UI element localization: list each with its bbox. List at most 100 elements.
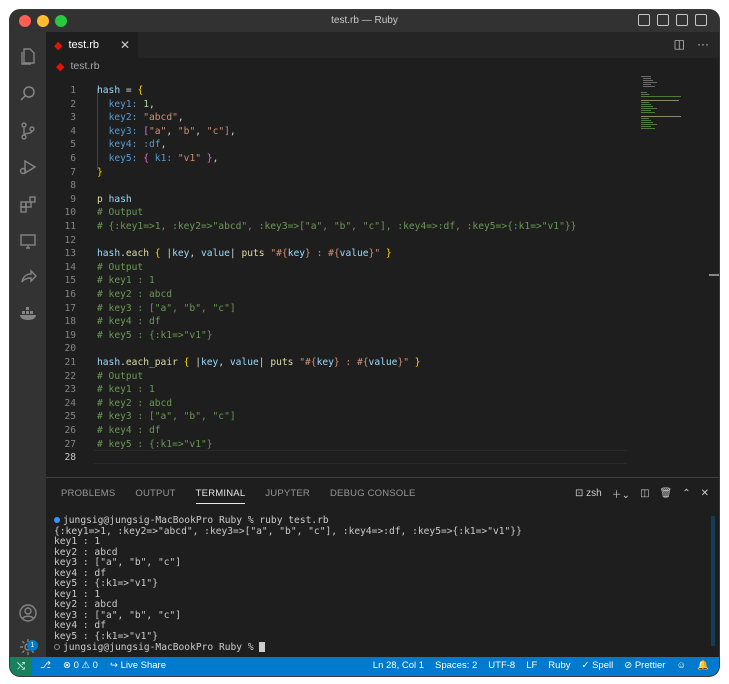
line-number: 26 <box>64 425 76 436</box>
account-icon[interactable] <box>18 603 38 623</box>
spell-status[interactable]: ✓ Spell <box>581 660 613 671</box>
warning-count: 0 <box>92 660 98 671</box>
line-number: 3 <box>70 112 76 124</box>
line-number: 12 <box>64 234 76 246</box>
line-number: 8 <box>70 180 76 192</box>
line-text: hash = { <box>97 85 144 96</box>
line-text: hash.each_pair { |key, value| puts "#{ke… <box>97 357 421 368</box>
tab-label: test.rb <box>68 39 100 51</box>
source-control-icon[interactable] <box>18 121 38 141</box>
error-count: 0 <box>73 660 79 671</box>
search-icon[interactable] <box>18 84 38 104</box>
spell-label: Spell <box>592 660 614 671</box>
maximize-panel-icon[interactable]: ⌃ <box>682 488 690 499</box>
cursor-position[interactable]: Ln 28, Col 1 <box>373 660 424 671</box>
terminal-cursor <box>259 642 266 652</box>
line-text: # {:key1=>1, :key2=>"abcd", :key3=>["a",… <box>97 221 577 232</box>
customize-layout-icon[interactable] <box>695 14 707 26</box>
end-of-line[interactable]: LF <box>526 660 537 671</box>
line-text: # key1 : 1 <box>97 384 155 396</box>
command-success-icon[interactable] <box>54 517 60 523</box>
terminal-line: key5 : {:k1=>"v1"} <box>54 630 158 642</box>
command-pending-icon[interactable] <box>54 644 60 650</box>
run-debug-icon[interactable] <box>18 157 38 177</box>
line-number: 21 <box>64 357 76 368</box>
line-text: # key2 : abcd <box>97 289 173 300</box>
vscode-window: test.rb — Ruby 1 ◆ test.rb ✕ ◫ ··· ◆ tes… <box>10 10 719 676</box>
tab-problems[interactable]: PROBLEMS <box>61 488 115 504</box>
toggle-secondary-sidebar-icon[interactable] <box>676 14 688 26</box>
terminal-output[interactable]: jungsig@jungsig-MacBookPro Ruby % ruby t… <box>54 515 522 653</box>
explorer-icon[interactable] <box>18 46 38 66</box>
notifications-icon[interactable]: 🔔 <box>697 660 709 671</box>
bottom-panel: PROBLEMS OUTPUT TERMINAL JUPYTER DEBUG C… <box>46 477 719 657</box>
remote-explorer-icon[interactable] <box>18 231 38 251</box>
breadcrumb-file[interactable]: test.rb <box>70 60 99 72</box>
terminal-line: key1 : 1 <box>54 536 101 547</box>
line-number: 28 <box>64 452 76 464</box>
line-text: # key5 : {:k1=>"v1"} <box>97 329 213 341</box>
minimap[interactable] <box>639 74 719 154</box>
line-number: 18 <box>64 316 76 328</box>
encoding[interactable]: UTF-8 <box>488 660 515 671</box>
feedback-icon[interactable]: ☺ <box>676 660 686 671</box>
tab-output[interactable]: OUTPUT <box>135 488 175 504</box>
settings-update-badge: 1 <box>27 640 38 651</box>
tab-test-rb[interactable]: ◆ test.rb ✕ <box>46 32 138 58</box>
tab-terminal[interactable]: TERMINAL <box>195 488 246 504</box>
breadcrumb: ◆ test.rb <box>46 58 100 74</box>
code-editor[interactable]: 1 hash = {2 key1: 1, 3 key2: "abcd", 4 key3… <box>46 74 719 477</box>
live-share-icon[interactable] <box>18 267 38 287</box>
line-text: key4: :df, <box>108 139 167 151</box>
line-number: 11 <box>64 221 76 232</box>
terminal-shell-selector[interactable]: ⊡ zsh <box>575 488 602 499</box>
kill-terminal-icon[interactable]: 🗑 <box>660 488 673 499</box>
title-bar: test.rb — Ruby <box>10 10 719 32</box>
line-text: # key1 : 1 <box>97 275 155 287</box>
terminal-scrollbar[interactable] <box>711 516 715 646</box>
terminal-line: key3 : ["a", "b", "c"] <box>54 557 182 568</box>
line-text: # key3 : ["a", "b", "c"] <box>97 302 236 314</box>
split-terminal-icon[interactable]: ◫ <box>640 488 649 499</box>
more-actions-icon[interactable]: ··· <box>697 37 709 51</box>
close-panel-icon[interactable]: ✕ <box>701 488 709 499</box>
line-number: 16 <box>64 289 76 300</box>
terminal-line: key1 : 1 <box>54 588 101 600</box>
shell-label: zsh <box>586 488 602 499</box>
terminal-line: jungsig@jungsig-MacBookPro Ruby % <box>54 642 522 653</box>
panel-actions: ⊡ zsh ＋⌄ ◫ 🗑 ⌃ ✕ <box>575 486 709 501</box>
split-editor-icon[interactable]: ◫ <box>674 37 685 51</box>
tab-jupyter[interactable]: JUPYTER <box>265 488 310 504</box>
line-number: 20 <box>64 343 76 355</box>
terminal-icon: ⊡ <box>574 488 587 499</box>
line-number: 6 <box>70 153 76 164</box>
live-share-status[interactable]: ↪ Live Share <box>110 660 166 671</box>
toggle-panel-icon[interactable] <box>657 14 669 26</box>
branch-icon[interactable]: ⎇ <box>40 660 51 671</box>
line-text: } <box>97 166 103 178</box>
line-number: 5 <box>70 139 76 151</box>
line-text: # Output <box>97 207 144 219</box>
line-number: 15 <box>64 275 76 287</box>
ruby-icon: ◆ <box>54 39 63 52</box>
tab-debug-console[interactable]: DEBUG CONSOLE <box>330 488 415 504</box>
activity-bar <box>10 32 46 657</box>
line-text: # key3 : ["a", "b", "c"] <box>97 411 236 423</box>
extensions-icon[interactable] <box>18 194 38 214</box>
line-text: key1: 1, <box>108 98 155 110</box>
close-tab-icon[interactable]: ✕ <box>120 38 130 52</box>
remote-indicator-icon[interactable]: ⤭ <box>10 657 32 676</box>
ruby-icon: ◆ <box>56 60 65 73</box>
line-number: 14 <box>64 261 76 273</box>
new-terminal-icon[interactable]: ＋⌄ <box>612 486 630 501</box>
live-share-label: Live Share <box>120 660 166 671</box>
toggle-sidebar-icon[interactable] <box>638 14 650 26</box>
prettier-status[interactable]: ⊘ Prettier <box>624 660 665 671</box>
problems-status[interactable]: ⊗ 0 ⚠ 0 <box>63 660 98 671</box>
docker-icon[interactable] <box>18 303 38 323</box>
line-number: 24 <box>64 397 76 409</box>
indentation[interactable]: Spaces: 2 <box>435 660 477 671</box>
line-number: 1 <box>70 85 76 96</box>
line-number: 19 <box>64 329 76 341</box>
language-mode[interactable]: Ruby <box>548 660 570 671</box>
